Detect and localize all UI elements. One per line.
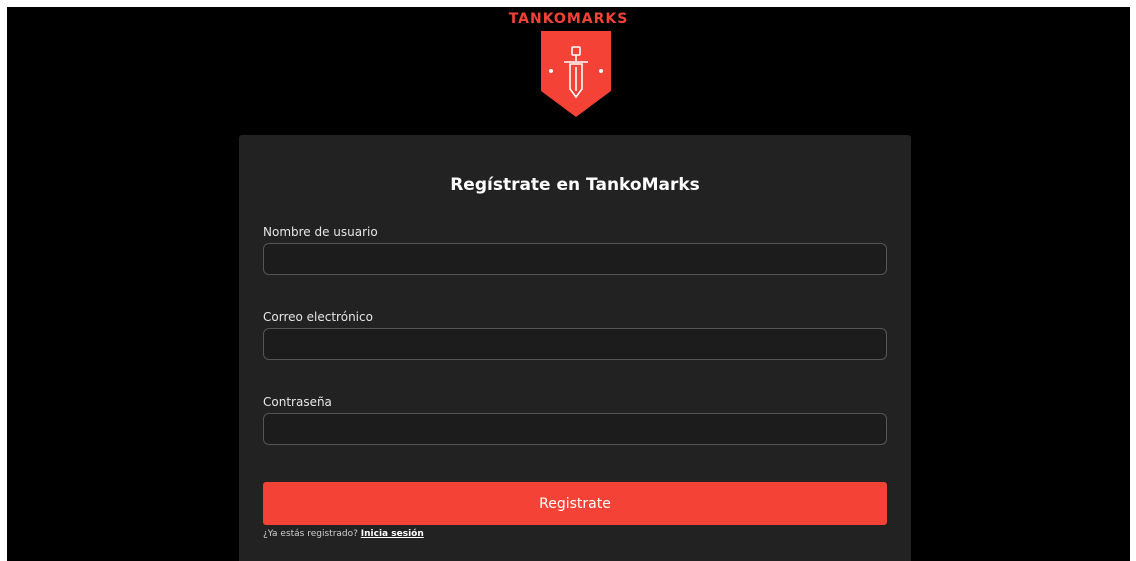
register-card: Regístrate en TankoMarks Nombre de usuar… xyxy=(239,135,911,561)
sword-shield-icon xyxy=(541,31,611,117)
email-label: Correo electrónico xyxy=(263,310,373,324)
page-viewport: TANKOMARKS Regístrate en TankoMarks Nomb… xyxy=(7,7,1130,561)
password-input[interactable] xyxy=(263,413,887,445)
signin-row: ¿Ya estás registrado? Inicia sesión xyxy=(263,529,424,539)
username-input[interactable] xyxy=(263,243,887,275)
form-title: Regístrate en TankoMarks xyxy=(450,175,700,195)
email-input[interactable] xyxy=(263,328,887,360)
signin-link[interactable]: Inicia sesión xyxy=(361,529,424,539)
register-button[interactable]: Registrate xyxy=(263,482,887,525)
brand-name: TANKOMARKS xyxy=(508,11,629,27)
signin-prompt: ¿Ya estás registrado? xyxy=(263,529,358,539)
username-label: Nombre de usuario xyxy=(263,225,378,239)
password-label: Contraseña xyxy=(263,395,332,409)
